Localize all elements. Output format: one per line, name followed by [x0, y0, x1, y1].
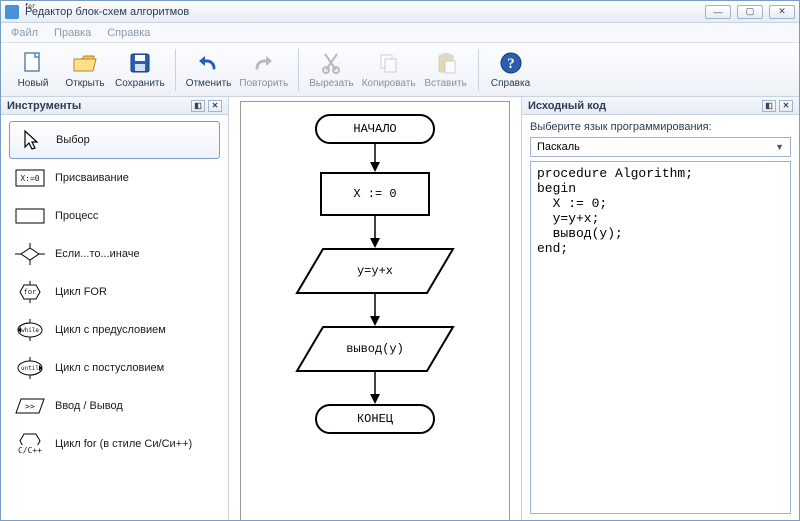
node-start[interactable]: НАЧАЛО: [315, 114, 435, 144]
node-io-1[interactable]: y=y+x: [295, 248, 455, 294]
menu-edit[interactable]: Правка: [54, 27, 91, 39]
source-panel: Исходный код ◧ ✕ Выберите язык программи…: [521, 97, 799, 520]
language-select[interactable]: Паскаль ▼: [530, 137, 791, 157]
tool-label: Цикл с предусловием: [55, 324, 166, 336]
toolbar-sep: [478, 49, 479, 91]
file-new-icon: [20, 50, 46, 76]
titlebar: Редактор блок-схем алгоритмов — ▢ ✕: [1, 1, 799, 23]
process-icon: [15, 205, 45, 227]
language-value: Паскаль: [537, 141, 580, 153]
tool-label: Ввод / Вывод: [55, 400, 123, 412]
assign-icon: X:=0: [15, 167, 45, 189]
arrow-icon: [369, 144, 381, 172]
tool-label: Цикл с постусловием: [55, 362, 164, 374]
tool-io[interactable]: >> Ввод / Вывод: [9, 387, 220, 425]
undo-icon: [196, 50, 222, 76]
tool-for[interactable]: for Цикл FOR: [9, 273, 220, 311]
chevron-down-icon: ▼: [775, 142, 784, 152]
ifelse-icon: [15, 243, 45, 265]
tools-panel-title: Инструменты: [7, 100, 81, 112]
menu-file[interactable]: Файл: [11, 27, 38, 39]
tool-label: Цикл for (в стиле Си/Си++): [55, 438, 192, 450]
folder-open-icon: [72, 50, 98, 76]
language-label: Выберите язык программирования:: [530, 121, 791, 133]
toolbar-sep: [175, 49, 176, 91]
tool-cfor[interactable]: for C/C++ Цикл for (в стиле Си/Си++): [9, 425, 220, 463]
menubar: Файл Правка Справка: [1, 23, 799, 43]
panel-undock-button[interactable]: ◧: [762, 100, 776, 112]
menu-help[interactable]: Справка: [107, 27, 150, 39]
tool-label: Присваивание: [55, 172, 129, 184]
paste-icon: [433, 50, 459, 76]
tools-panel: Инструменты ◧ ✕ Выбор X:=0 При: [1, 97, 229, 520]
copy-button[interactable]: Копировать: [358, 46, 420, 94]
panel-close-button[interactable]: ✕: [779, 100, 793, 112]
new-button[interactable]: Новый: [7, 46, 59, 94]
arrow-icon: [369, 216, 381, 248]
minimize-button[interactable]: —: [705, 5, 731, 19]
tool-label: Цикл FOR: [55, 286, 107, 298]
close-button[interactable]: ✕: [769, 5, 795, 19]
until-icon: until: [15, 357, 45, 379]
maximize-button[interactable]: ▢: [737, 5, 763, 19]
flowchart-page: НАЧАЛО X := 0 y=y+x вывод(y): [240, 101, 510, 520]
tool-while[interactable]: while Цикл с предусловием: [9, 311, 220, 349]
tool-label: Выбор: [56, 134, 90, 146]
cursor-icon: [16, 129, 46, 151]
source-code[interactable]: procedure Algorithm; begin X := 0; y=y+x…: [530, 161, 791, 514]
node-end[interactable]: КОНЕЦ: [315, 404, 435, 434]
tools-panel-header: Инструменты ◧ ✕: [1, 97, 228, 115]
source-panel-header: Исходный код ◧ ✕: [522, 97, 799, 115]
toolbar-sep: [298, 49, 299, 91]
help-icon: ?: [498, 50, 524, 76]
copy-icon: [376, 50, 402, 76]
cut-icon: [318, 50, 344, 76]
cfor-icon: for C/C++: [15, 433, 45, 455]
tool-select[interactable]: Выбор: [9, 121, 220, 159]
save-icon: [127, 50, 153, 76]
redo-button[interactable]: Повторить: [235, 46, 292, 94]
app-window: Редактор блок-схем алгоритмов — ▢ ✕ Файл…: [0, 0, 800, 521]
tool-label: Если...то...иначе: [55, 248, 140, 260]
svg-text:?: ?: [507, 56, 515, 72]
cut-button[interactable]: Вырезать: [305, 46, 357, 94]
panel-undock-button[interactable]: ◧: [191, 100, 205, 112]
flowchart-canvas[interactable]: НАЧАЛО X := 0 y=y+x вывод(y): [229, 97, 521, 520]
tool-process[interactable]: Процесс: [9, 197, 220, 235]
redo-icon: [251, 50, 277, 76]
arrow-icon: [369, 372, 381, 404]
tool-label: Процесс: [55, 210, 98, 222]
node-assign[interactable]: X := 0: [320, 172, 430, 216]
arrow-icon: [369, 294, 381, 326]
tools-list: Выбор X:=0 Присваивание Процесс: [1, 115, 228, 520]
toolbar: Новый Открыть Сохранить Отменить Повтор: [1, 43, 799, 97]
io-icon: >>: [15, 395, 45, 417]
window-title: Редактор блок-схем алгоритмов: [25, 6, 705, 18]
tool-ifelse[interactable]: Если...то...иначе: [9, 235, 220, 273]
tool-assign[interactable]: X:=0 Присваивание: [9, 159, 220, 197]
main-area: Инструменты ◧ ✕ Выбор X:=0 При: [1, 97, 799, 520]
open-button[interactable]: Открыть: [59, 46, 111, 94]
tool-until[interactable]: until Цикл с постусловием: [9, 349, 220, 387]
save-button[interactable]: Сохранить: [111, 46, 169, 94]
app-icon: [5, 5, 19, 19]
for-icon: for: [15, 281, 45, 303]
source-panel-title: Исходный код: [528, 100, 606, 112]
paste-button[interactable]: Вставить: [420, 46, 472, 94]
while-icon: while: [15, 319, 45, 341]
node-io-2[interactable]: вывод(y): [295, 326, 455, 372]
panel-close-button[interactable]: ✕: [208, 100, 222, 112]
help-button[interactable]: ? Справка: [485, 46, 537, 94]
undo-button[interactable]: Отменить: [182, 46, 236, 94]
